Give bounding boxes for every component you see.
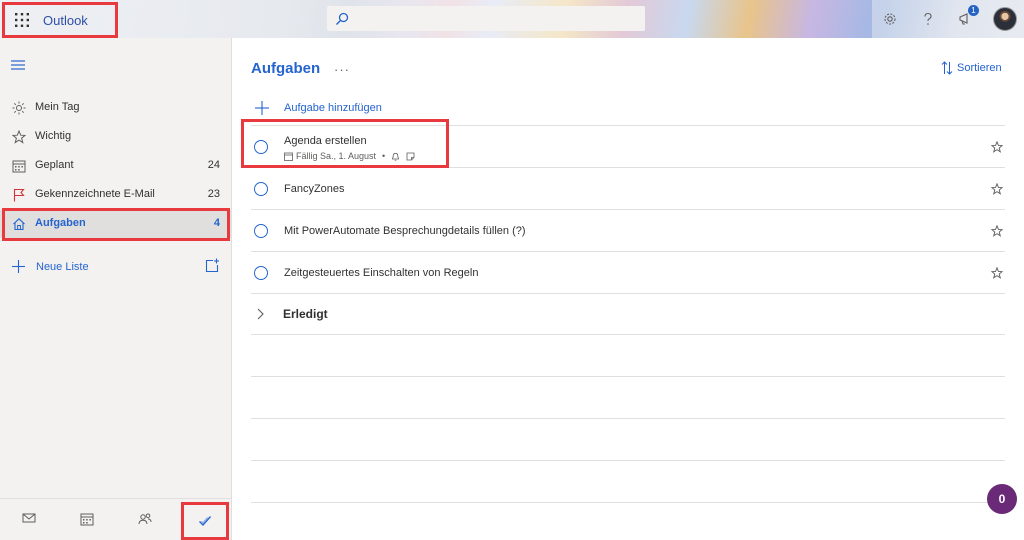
sun-icon	[12, 101, 26, 115]
importance-star-icon[interactable]	[991, 183, 1003, 195]
empty-row-divider	[251, 376, 1005, 377]
search-input[interactable]	[355, 7, 645, 30]
new-list-label: Neue Liste	[36, 261, 89, 273]
note-icon	[406, 152, 415, 161]
sort-label: Sortieren	[957, 62, 1002, 74]
task-list-pane: Aufgaben ··· Sortieren Aufgabe hinzufüge…	[232, 38, 1024, 540]
task-title[interactable]: Agenda erstellen	[284, 135, 367, 147]
sidebar: Mein Tag Wichtig Geplant 24 Gekennzeichn…	[0, 38, 232, 540]
sidebar-item-aufgaben[interactable]: Aufgaben 4	[0, 210, 232, 238]
meta-separator: •	[382, 151, 386, 161]
calendar-app-icon[interactable]	[80, 512, 94, 526]
sidebar-item-wichtig[interactable]: Wichtig	[0, 123, 232, 151]
complete-task-checkbox[interactable]	[254, 182, 268, 196]
star-icon	[12, 130, 26, 144]
app-launcher-area: Outlook	[2, 2, 118, 38]
waffle-icon[interactable]	[14, 12, 30, 28]
task-title[interactable]: FancyZones	[284, 183, 345, 195]
sidebar-item-count: 24	[207, 159, 220, 171]
reminder-bell-icon	[391, 152, 400, 161]
complete-task-checkbox[interactable]	[254, 140, 268, 154]
home-icon	[12, 217, 26, 231]
add-task-label: Aufgabe hinzufügen	[284, 102, 382, 114]
bottom-app-switcher	[0, 498, 231, 540]
complete-task-checkbox[interactable]	[254, 266, 268, 280]
sidebar-item-label: Mein Tag	[35, 101, 80, 113]
list-options-button[interactable]: ···	[334, 62, 350, 77]
notification-badge: 1	[968, 5, 979, 16]
task-row[interactable]: Mit PowerAutomate Besprechungdetails fül…	[251, 211, 1005, 252]
importance-star-icon[interactable]	[991, 225, 1003, 237]
importance-star-icon[interactable]	[991, 141, 1003, 153]
complete-task-checkbox[interactable]	[254, 224, 268, 238]
new-list-button[interactable]: Neue Liste	[0, 254, 232, 280]
page-title: Aufgaben	[251, 60, 321, 77]
empty-row-divider	[251, 460, 1005, 461]
task-title[interactable]: Zeitgesteuertes Einschalten von Regeln	[284, 267, 478, 279]
task-row[interactable]: FancyZones	[251, 169, 1005, 210]
hamburger-menu-icon[interactable]	[11, 60, 25, 70]
new-group-icon[interactable]	[204, 258, 220, 274]
floating-count-button[interactable]: 0	[987, 484, 1017, 514]
completed-label: Erledigt	[283, 307, 328, 321]
sidebar-item-gekennzeichnete-email[interactable]: Gekennzeichnete E-Mail 23	[0, 181, 232, 209]
plus-icon	[255, 101, 269, 115]
mail-icon[interactable]	[22, 512, 36, 524]
sort-button[interactable]: Sortieren	[941, 59, 1002, 77]
top-bar: Outlook 1	[0, 0, 1024, 38]
people-icon[interactable]	[138, 512, 152, 526]
search-icon	[335, 12, 349, 26]
settings-gear-icon[interactable]	[880, 9, 900, 29]
app-name[interactable]: Outlook	[43, 13, 88, 28]
task-row[interactable]: Zeitgesteuertes Einschalten von Regeln	[251, 253, 1005, 294]
sidebar-item-count: 23	[207, 188, 220, 200]
task-due-date: Fällig Sa., 1. August	[296, 151, 377, 161]
importance-star-icon[interactable]	[991, 267, 1003, 279]
sidebar-item-label: Aufgaben	[35, 217, 86, 229]
checkmark-icon	[198, 514, 212, 528]
empty-row-divider	[251, 502, 1005, 503]
flag-icon	[12, 188, 26, 202]
add-task-button[interactable]: Aufgabe hinzufügen	[251, 94, 1005, 126]
search-box[interactable]	[327, 6, 645, 31]
task-meta: Fällig Sa., 1. August •	[284, 151, 415, 161]
task-title[interactable]: Mit PowerAutomate Besprechungdetails fül…	[284, 225, 526, 237]
sidebar-item-label: Wichtig	[35, 130, 72, 142]
sidebar-item-label: Gekennzeichnete E-Mail	[35, 188, 155, 200]
completed-section-toggle[interactable]: Erledigt	[251, 294, 1005, 335]
plus-icon	[12, 260, 25, 273]
task-row[interactable]: Agenda erstellen Fällig Sa., 1. August •	[251, 127, 1005, 168]
sidebar-item-count: 4	[213, 217, 220, 229]
empty-row-divider	[251, 418, 1005, 419]
sidebar-item-label: Geplant	[35, 159, 74, 171]
chevron-right-icon	[256, 308, 264, 320]
sort-icon	[941, 61, 953, 75]
sidebar-item-geplant[interactable]: Geplant 24	[0, 152, 232, 180]
avatar[interactable]	[993, 7, 1017, 31]
sidebar-item-mein-tag[interactable]: Mein Tag	[0, 94, 232, 122]
help-icon[interactable]	[918, 9, 938, 29]
todo-app-button[interactable]	[181, 502, 229, 540]
calendar-small-icon	[284, 152, 293, 161]
calendar-icon	[12, 159, 26, 173]
